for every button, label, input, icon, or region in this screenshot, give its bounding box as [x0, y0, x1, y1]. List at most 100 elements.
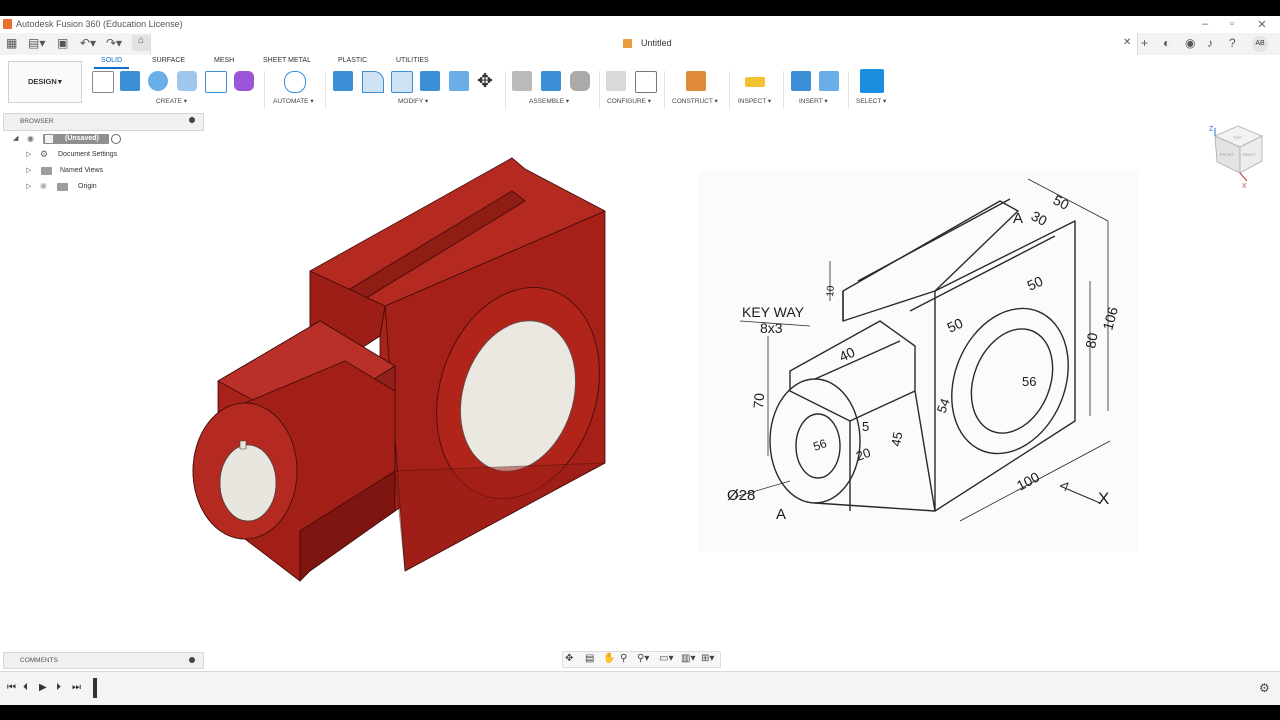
select-menu[interactable]: SELECT ▾ — [856, 97, 886, 105]
redo-icon[interactable]: ↷▾ — [106, 36, 122, 50]
base-bottom — [394, 462, 606, 572]
configuration-table-icon[interactable] — [635, 71, 657, 93]
tree-item-document-settings[interactable]: Document Settings — [58, 151, 117, 158]
grid-snaps-icon[interactable]: ▥▾ — [681, 653, 695, 664]
construct-menu[interactable]: CONSTRUCT ▾ — [672, 97, 718, 105]
expand-icon[interactable]: ▷ — [26, 166, 31, 174]
activate-radio-icon[interactable] — [111, 134, 121, 144]
create-menu[interactable]: CREATE ▾ — [156, 97, 187, 105]
timeline-settings-gear-icon[interactable]: ⚙ — [1259, 681, 1270, 695]
hole-icon[interactable] — [177, 71, 197, 91]
user-avatar[interactable]: AB — [1252, 36, 1268, 52]
insert-canvas-icon[interactable] — [819, 71, 839, 91]
viewports-icon[interactable]: ⊞▾ — [701, 653, 714, 664]
tab-plastic[interactable]: PLASTIC — [338, 57, 367, 64]
root-component[interactable]: (Unsaved) — [43, 134, 109, 144]
window-title: Autodesk Fusion 360 (Education License) — [16, 19, 183, 29]
undo-icon[interactable]: ↶▾ — [80, 36, 96, 50]
press-pull-icon[interactable] — [333, 71, 353, 91]
root-component-label: (Unsaved) — [65, 135, 99, 142]
help-icon[interactable]: ? — [1229, 36, 1236, 50]
create-sketch-icon[interactable] — [92, 71, 114, 93]
form-icon[interactable] — [234, 71, 254, 91]
job-status-icon[interactable]: ◉ — [1185, 36, 1195, 50]
as-built-joint-icon[interactable] — [570, 71, 590, 91]
pin-icon[interactable] — [189, 117, 195, 123]
select-icon[interactable] — [860, 69, 884, 93]
fillet-icon[interactable] — [362, 71, 384, 93]
align-icon[interactable] — [449, 71, 469, 91]
close-window-icon[interactable]: ✕ — [1252, 18, 1272, 31]
visibility-icon[interactable]: ◉ — [27, 134, 34, 143]
tab-sheet-metal[interactable]: SHEET METAL — [263, 57, 311, 64]
go-to-end-icon[interactable]: ⏭ — [72, 682, 81, 693]
diameter-label: Ø28 — [727, 487, 755, 504]
comments-panel[interactable]: COMMENTS — [3, 652, 204, 669]
assemble-menu[interactable]: ASSEMBLE ▾ — [529, 97, 569, 105]
hidden-eye-icon[interactable]: ◉ — [40, 181, 47, 190]
move-copy-icon[interactable]: ✥ — [477, 70, 493, 93]
automate-menu[interactable]: AUTOMATE ▾ — [273, 97, 314, 105]
drawing-background — [698, 171, 1138, 551]
offset-plane-icon[interactable] — [686, 71, 706, 91]
dim-70: 70 — [750, 392, 767, 409]
tree-item-named-views[interactable]: Named Views — [60, 167, 103, 174]
close-tab-icon[interactable]: ✕ — [1123, 37, 1131, 48]
notifications-icon[interactable]: ♪ — [1207, 36, 1213, 50]
joint-icon[interactable] — [541, 71, 561, 91]
new-component-icon[interactable] — [512, 71, 532, 91]
extensions-icon[interactable]: ◐ — [1163, 36, 1170, 50]
model-canvas[interactable]: KEY WAY 8x3 50 30 50 50 106 80 10 40 70 … — [0, 111, 1280, 671]
tab-solid[interactable]: SOLID — [101, 57, 122, 64]
combine-icon[interactable] — [420, 71, 440, 91]
modify-menu[interactable]: MODIFY ▾ — [398, 97, 428, 105]
view-cube[interactable]: Z X TOP FRONT RIGHT — [1209, 125, 1263, 190]
step-back-icon[interactable]: ⏴ — [23, 682, 28, 693]
extrude-icon[interactable] — [120, 71, 140, 91]
display-settings-icon[interactable]: ▭▾ — [659, 653, 673, 664]
insert-menu[interactable]: INSERT ▾ — [799, 97, 828, 105]
configure-icon[interactable] — [606, 71, 626, 91]
revolve-icon[interactable] — [148, 71, 168, 91]
browser-panel-header[interactable]: BROWSER — [3, 113, 204, 131]
canvas-viewport[interactable]: KEY WAY 8x3 50 30 50 50 106 80 10 40 70 … — [0, 111, 1280, 671]
step-forward-icon[interactable]: ⏵ — [56, 682, 61, 693]
workspace-switcher[interactable]: DESIGN ▾ — [8, 61, 82, 103]
play-icon[interactable]: ▶ — [39, 682, 47, 693]
pattern-icon[interactable] — [205, 71, 227, 93]
zoom-icon[interactable]: ⚲ — [620, 653, 627, 664]
tab-mesh[interactable]: MESH — [214, 57, 234, 64]
keyway-size: 8x3 — [760, 320, 783, 336]
tree-item-origin[interactable]: Origin — [78, 183, 97, 190]
tab-surface[interactable]: SURFACE — [152, 57, 185, 64]
configure-menu[interactable]: CONFIGURE ▾ — [607, 97, 651, 105]
minimize-icon[interactable]: – — [1195, 18, 1215, 30]
go-to-start-icon[interactable]: ⏮ — [7, 682, 16, 693]
collapse-icon[interactable]: ◢ — [13, 134, 18, 142]
divider — [783, 71, 784, 109]
pin-icon[interactable] — [189, 657, 195, 663]
orbit-icon[interactable]: ✥ — [565, 653, 573, 664]
component-icon — [45, 135, 53, 143]
shell-icon[interactable] — [391, 71, 413, 93]
tab-utilities[interactable]: UTILITIES — [396, 57, 429, 64]
home-icon[interactable]: ⌂ — [132, 35, 150, 51]
timeline-marker[interactable] — [93, 678, 97, 698]
new-tab-icon[interactable]: + — [1141, 36, 1148, 50]
app-grid-icon[interactable]: ▦ — [6, 36, 17, 50]
insert-derive-icon[interactable] — [791, 71, 811, 91]
file-menu-icon[interactable]: ▤▾ — [28, 36, 45, 50]
automate-icon[interactable] — [284, 71, 306, 93]
fit-icon[interactable]: ⚲▾ — [637, 653, 649, 664]
look-at-icon[interactable]: ▤ — [585, 653, 594, 664]
save-icon[interactable]: ▣ — [57, 36, 68, 50]
document-tab[interactable]: Untitled ✕ — [150, 33, 1138, 55]
part-model[interactable] — [192, 157, 626, 582]
expand-icon[interactable]: ▷ — [26, 150, 31, 158]
maximize-icon[interactable]: ▫ — [1222, 18, 1242, 30]
inspect-menu[interactable]: INSPECT ▾ — [738, 97, 771, 105]
measure-icon[interactable] — [745, 77, 765, 87]
pan-icon[interactable]: ✋ — [603, 653, 615, 664]
expand-icon[interactable]: ▷ — [26, 182, 31, 190]
small-bore — [219, 444, 277, 522]
